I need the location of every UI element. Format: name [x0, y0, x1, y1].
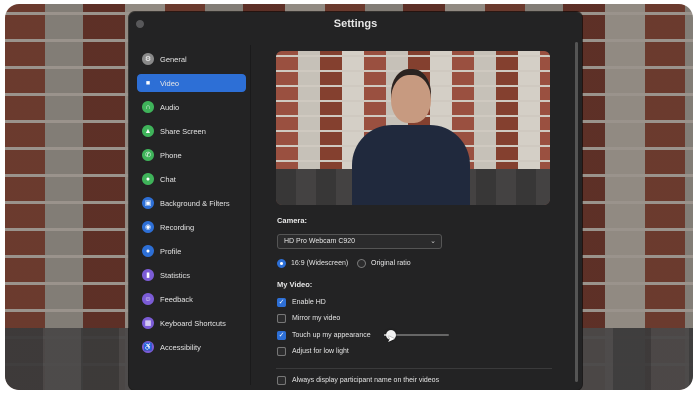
settings-window: Settings ⚙ General ■ Video ∩ Audio ▲ Share Scre…: [129, 12, 582, 390]
sidebar-item-video[interactable]: ■ Video: [137, 74, 246, 92]
section-divider: [276, 368, 552, 369]
sidebar-item-profile[interactable]: ● Profile: [137, 242, 246, 260]
ratio-widescreen-option[interactable]: 16:9 (Widescreen): [277, 257, 348, 269]
ratio-original-radio[interactable]: [357, 258, 366, 268]
sidebar-item-chat[interactable]: ● Chat: [137, 170, 246, 188]
keyboard-icon: ▦: [142, 317, 154, 329]
sidebar-item-label: Phone: [160, 150, 182, 160]
enable-hd-checkbox[interactable]: ✓: [277, 297, 286, 307]
phone-icon: ✆: [142, 149, 154, 161]
low-light-label: Adjust for low light: [292, 347, 349, 355]
camera-label: Camera:: [277, 216, 308, 225]
preview-person-body: [352, 125, 470, 205]
sidebar-item-label: Video: [160, 78, 180, 88]
preview-person: [352, 69, 470, 205]
sidebar-item-label: Keyboard Shortcuts: [160, 318, 226, 328]
sidebar-item-feedback[interactable]: ☺ Feedback: [137, 290, 246, 308]
chat-icon: ●: [142, 173, 154, 185]
display-names-option[interactable]: Always display participant name on their…: [277, 374, 439, 386]
display-names-checkbox[interactable]: [277, 375, 286, 385]
scrollbar[interactable]: [575, 42, 578, 382]
window-close-button[interactable]: [136, 20, 144, 28]
mirror-video-checkbox[interactable]: [277, 313, 286, 323]
sidebar-item-share-screen[interactable]: ▲ Share Screen: [137, 122, 246, 140]
ratio-original-label: Original ratio: [371, 259, 411, 267]
sidebar-item-statistics[interactable]: ▮ Statistics: [137, 266, 246, 284]
profile-icon: ●: [142, 245, 154, 257]
sidebar-item-general[interactable]: ⚙ General: [137, 50, 246, 68]
mirror-video-label: Mirror my video: [292, 314, 341, 322]
sidebar-item-background-filters[interactable]: ▣ Background & Filters: [137, 194, 246, 212]
ratio-widescreen-label: 16:9 (Widescreen): [291, 259, 349, 267]
statistics-icon: ▮: [142, 269, 154, 281]
headphones-icon: ∩: [142, 101, 154, 113]
camera-select[interactable]: HD Pro Webcam C920 ⌄: [277, 234, 442, 249]
sidebar-item-label: Profile: [160, 246, 182, 256]
sidebar-item-label: Chat: [160, 174, 176, 184]
sidebar-item-label: Audio: [160, 102, 180, 112]
mouse-cursor-icon: ➤: [387, 334, 396, 345]
feedback-icon: ☺: [142, 293, 154, 305]
sidebar-item-label: Recording: [160, 222, 195, 232]
title-bar: Settings: [129, 12, 582, 36]
sidebar-item-recording[interactable]: ◉ Recording: [137, 218, 246, 236]
video-camera-icon: ■: [142, 77, 154, 89]
accessibility-icon: ♿: [142, 341, 154, 353]
share-screen-icon: ▲: [142, 125, 154, 137]
low-light-option[interactable]: Adjust for low light: [277, 345, 349, 357]
low-light-checkbox[interactable]: [277, 346, 286, 356]
ratio-original-option[interactable]: Original ratio: [357, 257, 411, 269]
touch-up-option[interactable]: ✓ Touch up my appearance: [277, 329, 371, 341]
sidebar-item-label: General: [160, 54, 187, 64]
touch-up-checkbox[interactable]: ✓: [277, 330, 286, 340]
preview-person-head: [391, 69, 431, 123]
display-names-label: Always display participant name on their…: [292, 376, 440, 384]
enable-hd-label: Enable HD: [292, 298, 326, 306]
background-filters-icon: ▣: [142, 197, 154, 209]
chevron-down-icon: ⌄: [430, 238, 436, 245]
window-title: Settings: [333, 18, 378, 30]
enable-hd-option[interactable]: ✓ Enable HD: [277, 296, 326, 308]
ratio-widescreen-radio[interactable]: [277, 258, 286, 268]
settings-sidebar: ⚙ General ■ Video ∩ Audio ▲ Share Screen ✆ Phone ●…: [129, 45, 251, 385]
recording-icon: ◉: [142, 221, 154, 233]
sidebar-item-label: Accessibility: [160, 342, 201, 352]
sidebar-item-label: Share Screen: [160, 126, 206, 136]
sidebar-item-phone[interactable]: ✆ Phone: [137, 146, 246, 164]
sidebar-item-audio[interactable]: ∩ Audio: [137, 98, 246, 116]
my-video-label: My Video:: [277, 280, 313, 289]
sidebar-item-label: Feedback: [160, 294, 193, 304]
gear-icon: ⚙: [142, 53, 154, 65]
sidebar-item-keyboard-shortcuts[interactable]: ▦ Keyboard Shortcuts: [137, 314, 246, 332]
sidebar-item-label: Statistics: [160, 270, 191, 280]
sidebar-item-label: Background & Filters: [160, 198, 230, 208]
background-brick-wall: Settings ⚙ General ■ Video ∩ Audio ▲ Share Scre…: [5, 4, 693, 390]
sidebar-item-accessibility[interactable]: ♿ Accessibility: [137, 338, 246, 356]
touch-up-label: Touch up my appearance: [292, 331, 371, 339]
camera-select-value: HD Pro Webcam C920: [284, 238, 356, 245]
mirror-video-option[interactable]: Mirror my video: [277, 312, 340, 324]
video-preview: [276, 51, 550, 205]
